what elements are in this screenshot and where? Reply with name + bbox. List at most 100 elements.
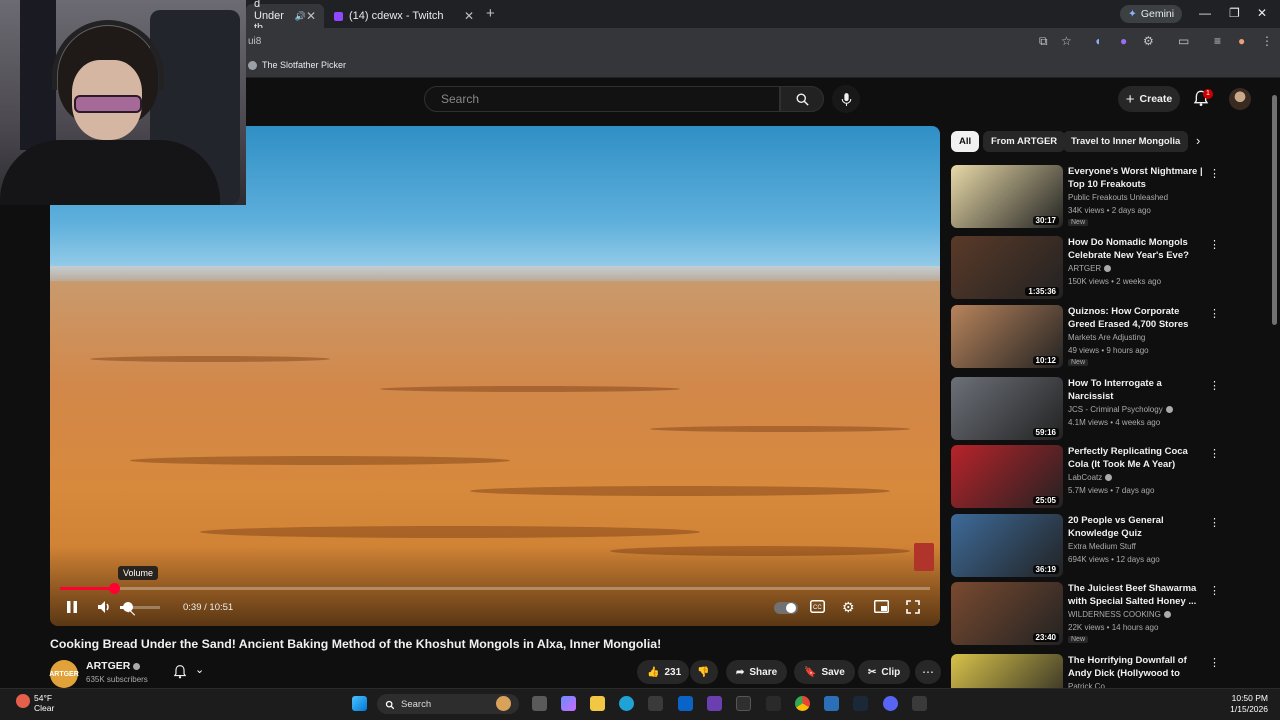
recommendation-item[interactable]: 25:05 Perfectly Replicating Coca Cola (It… bbox=[951, 445, 1221, 511]
profile-icon[interactable]: ● bbox=[1238, 34, 1245, 48]
system-clock[interactable]: 10:50 PM 1/15/2026 bbox=[1222, 693, 1268, 715]
create-button[interactable]: + Create bbox=[1118, 86, 1180, 112]
more-actions-button[interactable]: ⋯ bbox=[915, 660, 941, 684]
extensions-puzzle-icon[interactable]: ⚙ bbox=[1143, 34, 1154, 48]
tab-twitch[interactable]: (14) cdewx - Twitch ✕ bbox=[326, 4, 482, 28]
task-view-icon[interactable] bbox=[532, 696, 547, 711]
recommendation-channel[interactable]: WILDERNESS COOKING bbox=[1068, 610, 1171, 619]
dislike-button[interactable]: 👎 bbox=[690, 660, 718, 684]
recommendation-title[interactable]: Perfectly Replicating Coca Cola (It Took… bbox=[1068, 445, 1208, 471]
recommendation-item[interactable]: 23:40 The Juiciest Beef Shawarma with Spe… bbox=[951, 582, 1221, 648]
recommendation-title[interactable]: 20 People vs General Knowledge Quiz bbox=[1068, 514, 1208, 540]
kebab-menu-icon[interactable]: ⋮ bbox=[1209, 656, 1220, 669]
video-thumbnail[interactable]: 1:35:36 bbox=[951, 236, 1063, 299]
recommendation-title[interactable]: How Do Nomadic Mongols Celebrate New Yea… bbox=[1068, 236, 1208, 262]
recommendation-item[interactable]: 36:19 20 People vs General Knowledge Quiz… bbox=[951, 514, 1221, 580]
kebab-menu-icon[interactable]: ⋮ bbox=[1209, 238, 1220, 251]
fullscreen-button[interactable] bbox=[906, 600, 920, 619]
app-icon[interactable] bbox=[766, 696, 781, 711]
app-icon[interactable] bbox=[912, 696, 927, 711]
app-icon[interactable] bbox=[707, 696, 722, 711]
video-thumbnail[interactable]: 10:12 bbox=[951, 305, 1063, 368]
video-thumbnail[interactable]: 36:19 bbox=[951, 514, 1063, 577]
split-view-icon[interactable]: ▭ bbox=[1178, 34, 1189, 48]
search-button[interactable] bbox=[780, 86, 824, 112]
channel-name[interactable]: ARTGER bbox=[86, 660, 141, 672]
windows-start-icon[interactable] bbox=[352, 696, 367, 711]
maximize-button[interactable]: ❐ bbox=[1229, 6, 1240, 20]
account-avatar[interactable] bbox=[1229, 88, 1251, 110]
outlook-icon[interactable] bbox=[678, 696, 693, 711]
app-icon[interactable] bbox=[736, 696, 751, 711]
bookmark-item[interactable]: The Slotfather Picker bbox=[248, 60, 346, 70]
video-thumbnail[interactable]: 23:40 bbox=[951, 582, 1063, 645]
recommendation-item[interactable]: 30:17 Everyone's Worst Nightmare | Top 10… bbox=[951, 165, 1221, 231]
close-window-button[interactable]: ✕ bbox=[1257, 6, 1267, 20]
recommendation-title[interactable]: The Juiciest Beef Shawarma with Special … bbox=[1068, 582, 1208, 608]
search-highlight-icon[interactable] bbox=[496, 696, 511, 711]
file-explorer-icon[interactable] bbox=[590, 696, 605, 711]
progress-bar[interactable] bbox=[60, 587, 930, 590]
close-tab-icon[interactable]: ✕ bbox=[306, 9, 316, 23]
chevron-down-icon[interactable]: ⌄ bbox=[195, 663, 204, 676]
captions-button[interactable]: CC bbox=[810, 600, 825, 618]
recommendation-channel[interactable]: LabCoatz bbox=[1068, 473, 1113, 482]
kebab-menu-icon[interactable]: ⋮ bbox=[1209, 307, 1220, 320]
app-icon[interactable] bbox=[824, 696, 839, 711]
scrollbar-thumb[interactable] bbox=[1272, 95, 1277, 325]
channel-watermark[interactable] bbox=[914, 543, 934, 571]
kebab-menu-icon[interactable]: ⋮ bbox=[1209, 516, 1220, 529]
voice-search-button[interactable] bbox=[832, 85, 860, 113]
extension-icon[interactable]: ◖ bbox=[1094, 34, 1101, 48]
install-app-icon[interactable]: ⧉ bbox=[1039, 34, 1048, 49]
edge-icon[interactable] bbox=[619, 696, 634, 711]
gemini-button[interactable]: ✦ Gemini bbox=[1120, 5, 1183, 23]
share-button[interactable]: ➦ Share bbox=[726, 660, 788, 684]
save-button[interactable]: 🔖 Save bbox=[794, 660, 855, 684]
bookmark-star-icon[interactable]: ☆ bbox=[1061, 34, 1072, 48]
search-input[interactable]: Search bbox=[424, 86, 780, 112]
kebab-menu-icon[interactable]: ⋮ bbox=[1209, 447, 1220, 460]
recommendation-title[interactable]: The Horrifying Downfall of Andy Dick (Ho… bbox=[1068, 654, 1208, 680]
video-thumbnail[interactable]: 25:05 bbox=[951, 445, 1063, 508]
mute-button[interactable] bbox=[97, 600, 112, 619]
kebab-menu-icon[interactable]: ⋮ bbox=[1209, 167, 1220, 180]
recommendation-item[interactable]: 59:16 How To Interrogate a Narcissist JCS … bbox=[951, 377, 1221, 443]
video-thumbnail[interactable]: 59:16 bbox=[951, 377, 1063, 440]
chevron-right-icon[interactable]: › bbox=[1196, 133, 1200, 148]
copilot-icon[interactable] bbox=[561, 696, 576, 711]
miniplayer-button[interactable] bbox=[874, 600, 889, 618]
chrome-icon[interactable] bbox=[795, 696, 810, 711]
close-tab-icon[interactable]: ✕ bbox=[464, 9, 474, 23]
recommendation-channel[interactable]: ARTGER bbox=[1068, 264, 1112, 273]
tab-search-icon[interactable]: ≡ bbox=[1214, 34, 1221, 48]
recommendation-item[interactable]: 10:12 Quiznos: How Corporate Greed Erased… bbox=[951, 305, 1221, 371]
weather-icon[interactable] bbox=[16, 694, 30, 708]
kebab-menu-icon[interactable]: ⋮ bbox=[1261, 34, 1273, 48]
recommendation-title[interactable]: Quiznos: How Corporate Greed Erased 4,70… bbox=[1068, 305, 1208, 331]
kebab-menu-icon[interactable]: ⋮ bbox=[1209, 584, 1220, 597]
tab-youtube[interactable]: d Under th 🔊 ✕ bbox=[246, 0, 324, 34]
weather-widget[interactable]: 54°F Clear bbox=[34, 693, 54, 713]
kebab-menu-icon[interactable]: ⋮ bbox=[1209, 379, 1220, 392]
recommendation-channel[interactable]: Extra Medium Stuff bbox=[1068, 542, 1136, 551]
recommendation-title[interactable]: How To Interrogate a Narcissist bbox=[1068, 377, 1208, 403]
recommendation-item[interactable]: 1:35:36 How Do Nomadic Mongols Celebrate … bbox=[951, 236, 1221, 302]
recommendation-title[interactable]: Everyone's Worst Nightmare | Top 10 Frea… bbox=[1068, 165, 1208, 191]
store-icon[interactable] bbox=[648, 696, 663, 711]
pause-button[interactable] bbox=[65, 600, 79, 619]
like-button[interactable]: 👍 231 bbox=[637, 660, 689, 684]
clip-button[interactable]: ✂ Clip bbox=[858, 660, 911, 684]
discord-icon[interactable] bbox=[883, 696, 898, 711]
minimize-button[interactable]: — bbox=[1199, 6, 1211, 20]
autoplay-toggle[interactable] bbox=[774, 602, 798, 614]
chip-all[interactable]: All bbox=[951, 131, 980, 152]
steam-icon[interactable] bbox=[853, 696, 868, 711]
extension-icon[interactable]: ● bbox=[1120, 34, 1127, 48]
settings-gear-icon[interactable]: ⚙ bbox=[842, 599, 855, 616]
progress-scrubber-handle[interactable] bbox=[108, 583, 120, 594]
new-tab-button[interactable]: + bbox=[486, 5, 495, 22]
recommendation-channel[interactable]: Markets Are Adjusting bbox=[1068, 333, 1145, 342]
url-text[interactable]: ui8 bbox=[248, 36, 261, 47]
recommendation-channel[interactable]: Public Freakouts Unleashed bbox=[1068, 193, 1168, 202]
